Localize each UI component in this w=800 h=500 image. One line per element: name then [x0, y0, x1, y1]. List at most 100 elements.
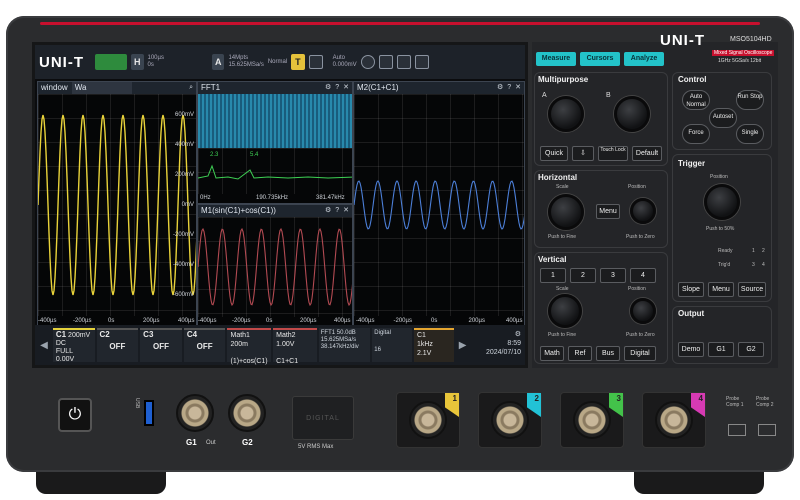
g2-output-button[interactable]: G2 [738, 342, 764, 357]
probe-comp-2-terminal[interactable] [758, 424, 776, 436]
help-icon[interactable]: ? [335, 82, 339, 94]
ch3-status[interactable]: C3 OFF [140, 328, 182, 362]
ch3-input[interactable]: 3 [560, 392, 624, 448]
help-icon[interactable]: ? [507, 82, 511, 94]
fft-marker-1: 2.3 [210, 152, 219, 158]
measure-button[interactable]: Measure [536, 52, 576, 66]
digital-status[interactable]: Digital 16 [372, 328, 412, 362]
trigger-chip[interactable]: T [291, 54, 305, 70]
window-search-field[interactable]: Wa [71, 82, 132, 94]
close-icon[interactable]: ✕ [343, 205, 349, 217]
control-title: Control [678, 75, 707, 84]
left-foot [36, 472, 166, 494]
auto-normal-button[interactable]: Auto Normal [682, 90, 710, 110]
main-waveform-panel[interactable]: window Wa ⌕ 600mV 400mV 200mV 0mV -200mV -400… [37, 81, 197, 327]
ref-button[interactable]: Ref [568, 346, 592, 361]
ch1-status[interactable]: C1 200mV DC FULL 0.00V [52, 328, 95, 363]
multipurpose-knob-a[interactable] [548, 96, 584, 132]
gear-icon[interactable]: ⚙ [473, 330, 521, 339]
counter-status[interactable]: C1 1kHz 2.1V [413, 328, 454, 362]
layout-icon[interactable] [396, 55, 411, 69]
display-screen[interactable]: UNI-T H 100µs 0s A 14Mpts 15.625MSa/s Norm… [32, 42, 528, 368]
x-tick-label: 200µs [468, 318, 485, 324]
bus-button[interactable]: Bus [596, 346, 620, 361]
touch-lock-button[interactable]: Touch Lock [598, 146, 628, 161]
trigger-level-knob[interactable] [704, 184, 740, 220]
digital-button[interactable]: Digital [624, 346, 656, 361]
close-icon[interactable]: ✕ [515, 82, 521, 94]
ch2-bnc[interactable] [491, 401, 529, 439]
horizontal-scale-knob[interactable] [548, 194, 584, 230]
settings-icon[interactable]: ⚙ [325, 205, 331, 217]
fft-panel[interactable]: FFT1 ⚙ ? ✕ 2.3 5.4 0Hz 190.735kHz 381.47… [197, 81, 353, 204]
ch3-bnc[interactable] [573, 401, 611, 439]
vertical-scale-knob[interactable] [548, 294, 582, 328]
device-specs: 1GHz 5GSa/s 12bit [718, 58, 762, 64]
main-panel-title: window [41, 83, 68, 92]
trigger-n4: 4 [762, 262, 765, 268]
horizontal-chip[interactable]: H [131, 54, 144, 70]
menu-grid-icon[interactable] [414, 55, 429, 69]
channel-4-button[interactable]: 4 [630, 268, 656, 283]
analyze-button[interactable]: Analyze [624, 52, 664, 66]
fft1-status[interactable]: FFT1 50.0dB 15.625MSa/s 38.147kHz/div [318, 328, 371, 362]
g1-output-button[interactable]: G1 [708, 342, 734, 357]
channel-3-button[interactable]: 3 [600, 268, 626, 283]
trigger-menu-button[interactable]: Menu [708, 282, 734, 297]
single-button[interactable]: Single [736, 124, 764, 144]
ch1-input[interactable]: 1 [396, 392, 460, 448]
autoset-button[interactable]: Autoset [709, 108, 737, 128]
settings-icon[interactable]: ⚙ [325, 82, 331, 94]
channel-2-button[interactable]: 2 [570, 268, 596, 283]
ch4-status[interactable]: C4 OFF [183, 328, 226, 362]
math1-status[interactable]: Math1 200m (1)+cos(C1) si [227, 328, 272, 365]
slope-button[interactable]: Slope [678, 282, 704, 297]
ch2-input[interactable]: 2 [478, 392, 542, 448]
ch1-bnc[interactable] [409, 401, 447, 439]
force-button[interactable]: Force [682, 124, 710, 144]
run-stop-button[interactable]: Run Stop [736, 90, 764, 110]
quick-button[interactable]: Quick [540, 146, 568, 161]
usb-port[interactable] [144, 400, 154, 426]
run-state-indicator[interactable] [95, 54, 127, 70]
trigger-edge-icon[interactable] [308, 55, 323, 69]
demo-button[interactable]: Demo [678, 342, 704, 357]
vertical-position-knob[interactable] [630, 298, 656, 324]
magnifier-icon[interactable]: ⌕ [189, 82, 193, 94]
model-number: MSO5104HD [730, 36, 772, 43]
g2-connector[interactable] [228, 394, 266, 432]
math2-status[interactable]: Math2 1.00V C1+C1 [273, 328, 317, 365]
screenshot-button[interactable]: ⇩ [572, 146, 594, 161]
channel-1-button[interactable]: 1 [540, 268, 566, 283]
digital-port[interactable]: DIGITAL [292, 396, 354, 440]
screen-logo: UNI-T [39, 53, 84, 71]
trigger-trigd-label: Trig'd [718, 262, 731, 268]
scroll-left-icon[interactable]: ◀ [37, 328, 51, 362]
search-icon[interactable] [360, 55, 375, 69]
close-icon[interactable]: ✕ [343, 82, 349, 94]
source-button[interactable]: Source [738, 282, 766, 297]
help-icon[interactable]: ? [335, 205, 339, 217]
probe-comp-1-terminal[interactable] [728, 424, 746, 436]
default-button[interactable]: Default [632, 146, 662, 161]
trigger-title: Trigger [678, 159, 706, 168]
settings-icon[interactable]: ⚙ [497, 82, 503, 94]
horizontal-menu-button[interactable]: Menu [596, 204, 620, 219]
math2-waveform [354, 180, 524, 230]
power-button[interactable]: ⏻ [58, 398, 92, 432]
math1-panel[interactable]: M1(sin(C1)+cos(C1)) ⚙ ? ✕ -400µs -200µs 0s… [197, 204, 353, 327]
math2-panel[interactable]: M2(C1+C1) ⚙ ? ✕ -400µs -200µs 0s 200µs 400µs [353, 81, 525, 327]
horizontal-position-knob[interactable] [630, 198, 656, 224]
trigger-n3: 3 [752, 262, 755, 268]
cursors-button[interactable]: Cursors [580, 52, 620, 66]
ch4-bnc[interactable] [655, 401, 693, 439]
fft-spectrogram [198, 94, 352, 148]
acquire-chip[interactable]: A [211, 54, 225, 70]
ch4-input[interactable]: 4 [642, 392, 706, 448]
scroll-right-icon[interactable]: ▶ [456, 328, 470, 362]
multipurpose-knob-b[interactable] [614, 96, 650, 132]
g1-connector[interactable] [176, 394, 214, 432]
zoom-icon[interactable] [378, 55, 393, 69]
math-button[interactable]: Math [540, 346, 564, 361]
ch2-status[interactable]: C2 OFF [96, 328, 139, 362]
